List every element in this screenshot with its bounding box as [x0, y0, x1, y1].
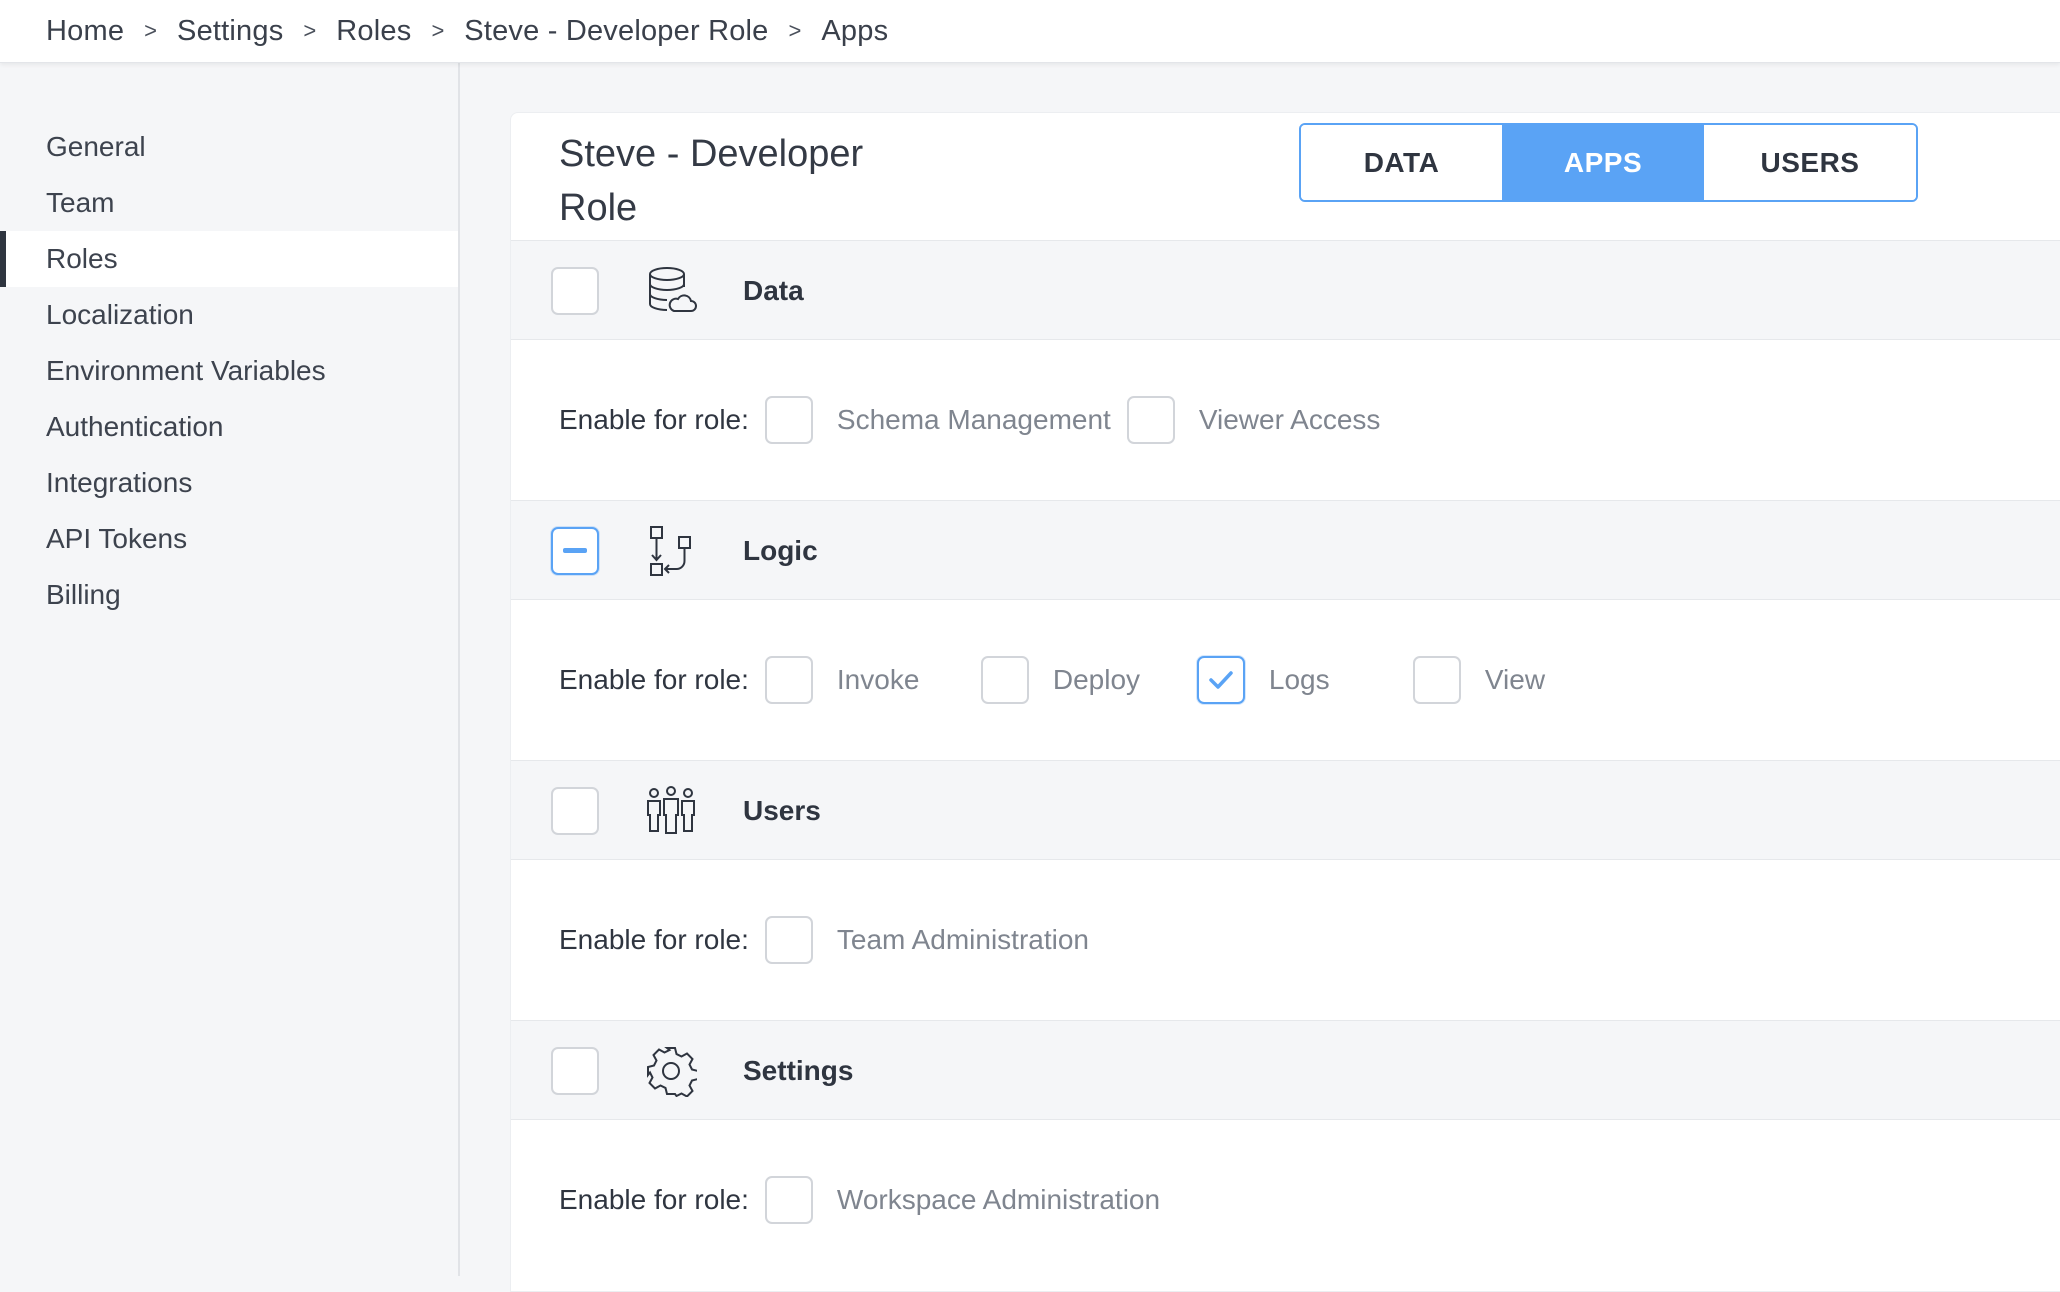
checkbox[interactable] — [764, 396, 813, 444]
breadcrumb-separator: > — [431, 18, 445, 43]
page-title: Steve - Developer Role — [559, 133, 864, 229]
checkbox[interactable] — [1196, 656, 1245, 704]
option-label: Deploy — [1052, 664, 1141, 695]
section-options-users: Enable for role: Team Administration — [511, 860, 2060, 1020]
section-title: Logic — [743, 535, 818, 566]
breadcrumb-settings[interactable]: Settings — [177, 15, 283, 48]
breadcrumb-roles[interactable]: Roles — [336, 15, 411, 48]
breadcrumb: Home > Settings > Roles > Steve - Develo… — [0, 0, 2060, 63]
permission-tabs: DATA APPS USERS — [1299, 123, 1918, 202]
sidebar-item-roles[interactable]: Roles — [0, 231, 458, 287]
enable-for-role-label: Enable for role: — [559, 664, 749, 695]
breadcrumb-current: Apps — [821, 14, 889, 47]
database-cloud-icon — [649, 267, 697, 312]
tab-data[interactable]: DATA — [1301, 125, 1504, 200]
sidebar-item-billing[interactable]: Billing — [0, 567, 458, 623]
breadcrumb-role[interactable]: Steve - Developer Role — [464, 15, 768, 48]
checkbox[interactable] — [1412, 656, 1461, 704]
enable-for-role-label: Enable for role: — [559, 404, 749, 435]
tab-apps[interactable]: APPS — [1504, 125, 1704, 200]
section-checkbox-logic[interactable] — [551, 527, 599, 575]
checkbox[interactable] — [764, 1176, 813, 1224]
sidebar-item-label: General — [46, 131, 146, 162]
checkbox[interactable] — [980, 656, 1029, 704]
sidebar-item-label: Authentication — [46, 411, 224, 442]
enable-for-role-label: Enable for role: — [559, 924, 749, 955]
breadcrumb-separator: > — [303, 18, 317, 43]
option-label: Logs — [1268, 664, 1330, 695]
sidebar-item-label: API Tokens — [46, 523, 188, 554]
tab-users[interactable]: USERS — [1704, 125, 1916, 200]
section-header-data: Data — [511, 240, 2060, 340]
section-header-logic: Logic — [511, 500, 2060, 600]
minus-icon — [563, 548, 587, 553]
logic-flow-icon — [650, 526, 691, 576]
option-label: Invoke — [836, 664, 920, 695]
option-workspace-administration[interactable]: Workspace Administration — [764, 1176, 1161, 1224]
role-permissions-panel: Steve - Developer Role DATA APPS USERS D… — [510, 112, 2060, 1292]
section-checkbox-settings[interactable] — [551, 1047, 599, 1095]
checkbox[interactable] — [764, 916, 813, 964]
sidebar-item-label: Roles — [46, 243, 118, 274]
enable-for-role-label: Enable for role: — [559, 1184, 749, 1215]
section-checkbox-data[interactable] — [551, 267, 599, 315]
sidebar-item-environment-variables[interactable]: Environment Variables — [0, 343, 458, 399]
sidebar-item-label: Team — [46, 187, 115, 218]
breadcrumb-separator: > — [788, 18, 802, 43]
checkbox[interactable] — [1126, 396, 1175, 444]
option-label: View — [1484, 664, 1546, 695]
sidebar-item-api-tokens[interactable]: API Tokens — [0, 511, 458, 567]
breadcrumb-home[interactable]: Home — [46, 15, 124, 48]
option-logs[interactable]: Logs — [1196, 656, 1413, 704]
option-invoke[interactable]: Invoke — [764, 656, 981, 704]
sidebar-item-label: Billing — [46, 579, 121, 610]
sidebar-item-label: Integrations — [46, 467, 193, 498]
option-schema-management[interactable]: Schema Management — [764, 396, 1111, 444]
section-title: Data — [743, 275, 804, 306]
users-group-icon — [647, 786, 695, 834]
option-team-administration[interactable]: Team Administration — [764, 916, 1089, 964]
option-deploy[interactable]: Deploy — [980, 656, 1197, 704]
sidebar-item-localization[interactable]: Localization — [0, 287, 458, 343]
option-label: Viewer Access — [1198, 404, 1381, 435]
sidebar-item-team[interactable]: Team — [0, 175, 458, 231]
sidebar-item-label: Localization — [46, 299, 194, 330]
section-title: Users — [743, 795, 821, 826]
breadcrumb-separator: > — [144, 18, 158, 43]
section-title: Settings — [743, 1055, 854, 1086]
option-viewer-access[interactable]: Viewer Access — [1126, 396, 1381, 444]
sidebar-item-integrations[interactable]: Integrations — [0, 455, 458, 511]
section-options-settings: Enable for role: Workspace Administratio… — [511, 1120, 2060, 1280]
section-options-logic: Enable for role: Invoke Deploy Logs View — [511, 600, 2060, 760]
checkmark-icon — [1209, 671, 1233, 689]
sidebar-item-general[interactable]: General — [0, 119, 458, 175]
option-view[interactable]: View — [1412, 656, 1546, 704]
sidebar-item-label: Environment Variables — [46, 355, 326, 386]
option-label: Workspace Administration — [836, 1184, 1161, 1215]
section-checkbox-users[interactable] — [551, 787, 599, 835]
section-header-users: Users — [511, 760, 2060, 860]
sidebar-item-authentication[interactable]: Authentication — [0, 399, 458, 455]
panel-header: Steve - Developer Role DATA APPS USERS — [511, 113, 2060, 240]
section-options-data: Enable for role: Schema Management Viewe… — [511, 340, 2060, 500]
gear-icon — [647, 1047, 697, 1097]
checkbox[interactable] — [764, 656, 813, 704]
settings-sidebar: General Team Roles Localization Environm… — [0, 63, 460, 1276]
option-label: Team Administration — [836, 924, 1089, 955]
option-label: Schema Management — [836, 404, 1111, 435]
section-header-settings: Settings — [511, 1020, 2060, 1120]
